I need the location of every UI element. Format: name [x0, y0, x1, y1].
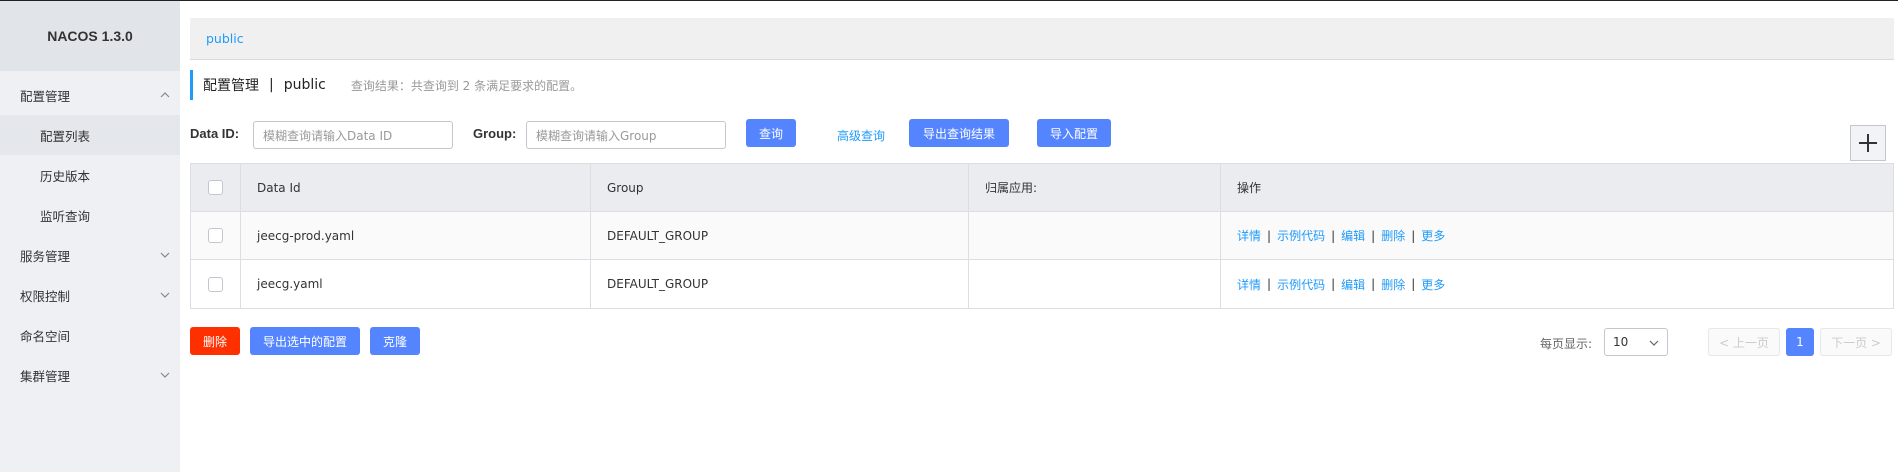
prev-page-button[interactable]: < 上一页 [1708, 328, 1780, 356]
chevron-down-icon [1649, 340, 1659, 346]
add-config-button[interactable] [1850, 125, 1886, 161]
title-separator: | [269, 77, 274, 93]
page-namespace: public [283, 77, 326, 93]
group-input[interactable]: 模糊查询请输入Group [526, 121, 726, 149]
sidebar-group-access-control[interactable]: 权限控制 [0, 275, 180, 315]
namespace-link-public[interactable]: public [206, 31, 244, 46]
page-number-current[interactable]: 1 [1786, 328, 1814, 356]
cell-group: DEFAULT_GROUP [591, 260, 969, 308]
sidebar-item-history[interactable]: 历史版本 [0, 155, 180, 195]
action-more-link[interactable]: 更多 [1421, 227, 1445, 244]
sidebar-group-config-management[interactable]: 配置管理 [0, 75, 180, 115]
select-all-checkbox[interactable] [208, 180, 223, 195]
page-title: 配置管理 | public 查询结果：共查询到 2 条满足要求的配置。 [190, 70, 582, 100]
cell-group: DEFAULT_GROUP [591, 212, 969, 259]
namespace-bar: public [190, 18, 1894, 60]
clone-button[interactable]: 克隆 [370, 327, 420, 355]
row-select-cell [191, 212, 241, 259]
plus-icon [1859, 134, 1877, 152]
export-results-button[interactable]: 导出查询结果 [909, 119, 1009, 147]
search-bar: Data ID: 模糊查询请输入Data ID Group: 模糊查询请输入Gr… [190, 119, 1894, 149]
delete-selected-button[interactable]: 删除 [190, 327, 240, 355]
cell-actions: 详情 | 示例代码 | 编辑 | 删除 | 更多 [1237, 276, 1446, 293]
column-header-dataid[interactable]: Data Id [241, 164, 591, 211]
sidebar-group-cluster-management[interactable]: 集群管理 [0, 355, 180, 395]
table-row: jeecg.yaml DEFAULT_GROUP 详情 | 示例代码 | 编辑 | 删… [191, 260, 1893, 308]
export-selected-button[interactable]: 导出选中的配置 [250, 327, 360, 355]
query-result-hint: 查询结果：共查询到 2 条满足要求的配置。 [350, 78, 583, 93]
sidebar-item-listener-query[interactable]: 监听查询 [0, 195, 180, 235]
query-button[interactable]: 查询 [746, 119, 796, 147]
chevron-down-icon [160, 252, 170, 258]
action-detail-link[interactable]: 详情 [1237, 276, 1261, 293]
cell-app [969, 212, 1221, 259]
sidebar-item-label: 配置列表 [40, 128, 91, 144]
next-page-button[interactable]: 下一页 > [1820, 328, 1892, 356]
sidebar-group-label: 服务管理 [20, 248, 71, 264]
table-header-row: Data Id Group 归属应用: 操作 [191, 164, 1893, 212]
dataid-input[interactable]: 模糊查询请输入Data ID [253, 121, 453, 149]
sidebar: NACOS 1.3.0 配置管理 配置列表 历史版本 监听查询 服务管理 权限控… [0, 1, 180, 472]
page-size-select[interactable]: 10 [1604, 328, 1668, 356]
column-header-app: 归属应用: [969, 164, 1221, 211]
action-delete-link[interactable]: 删除 [1381, 227, 1405, 244]
cell-dataid: jeecg-prod.yaml [241, 212, 591, 259]
action-more-link[interactable]: 更多 [1421, 276, 1445, 293]
row-select-cell [191, 260, 241, 308]
row-checkbox[interactable] [208, 228, 223, 243]
sidebar-group-namespace[interactable]: 命名空间 [0, 315, 180, 355]
action-sample-code-link[interactable]: 示例代码 [1277, 227, 1325, 244]
cell-app [969, 260, 1221, 308]
table-row: jeecg-prod.yaml DEFAULT_GROUP 详情 | 示例代码 | … [191, 212, 1893, 260]
column-header-group[interactable]: Group [591, 164, 969, 211]
advanced-query-link[interactable]: 高级查询 [837, 127, 885, 144]
chevron-down-icon [160, 372, 170, 378]
main-content: public 配置管理 | public 查询结果：共查询到 2 条满足要求的配… [190, 1, 1894, 472]
table-footer: 删除 导出选中的配置 克隆 每页显示: 10 < 上一页 1 下一页 > [190, 327, 1894, 357]
chevron-up-icon [160, 92, 170, 98]
app-title: NACOS 1.3.0 [0, 1, 180, 71]
config-table: Data Id Group 归属应用: 操作 jeecg-prod.yaml D… [190, 163, 1894, 309]
action-delete-link[interactable]: 删除 [1381, 276, 1405, 293]
sidebar-group-label: 权限控制 [20, 288, 71, 304]
cell-dataid: jeecg.yaml [241, 260, 591, 308]
import-config-button[interactable]: 导入配置 [1037, 119, 1111, 147]
sidebar-group-label: 配置管理 [20, 88, 71, 104]
action-sample-code-link[interactable]: 示例代码 [1277, 276, 1325, 293]
page-title-text: 配置管理 [203, 78, 259, 94]
sidebar-group-service-management[interactable]: 服务管理 [0, 235, 180, 275]
cell-actions: 详情 | 示例代码 | 编辑 | 删除 | 更多 [1237, 227, 1446, 244]
sidebar-group-label: 命名空间 [20, 328, 71, 344]
row-checkbox[interactable] [208, 276, 223, 292]
column-header-actions: 操作 [1237, 181, 1262, 195]
select-all-cell [191, 164, 241, 211]
action-edit-link[interactable]: 编辑 [1341, 227, 1365, 244]
sidebar-group-label: 集群管理 [20, 368, 71, 384]
group-label: Group: [473, 126, 517, 141]
action-detail-link[interactable]: 详情 [1237, 227, 1261, 244]
page-size-value: 10 [1613, 335, 1629, 349]
sidebar-item-label: 监听查询 [40, 208, 91, 224]
page-size-label: 每页显示: [1540, 337, 1593, 351]
chevron-down-icon [160, 292, 170, 298]
sidebar-item-label: 历史版本 [40, 168, 91, 184]
sidebar-item-config-list[interactable]: 配置列表 [0, 115, 180, 155]
action-edit-link[interactable]: 编辑 [1341, 276, 1365, 293]
dataid-label: Data ID: [190, 126, 240, 141]
